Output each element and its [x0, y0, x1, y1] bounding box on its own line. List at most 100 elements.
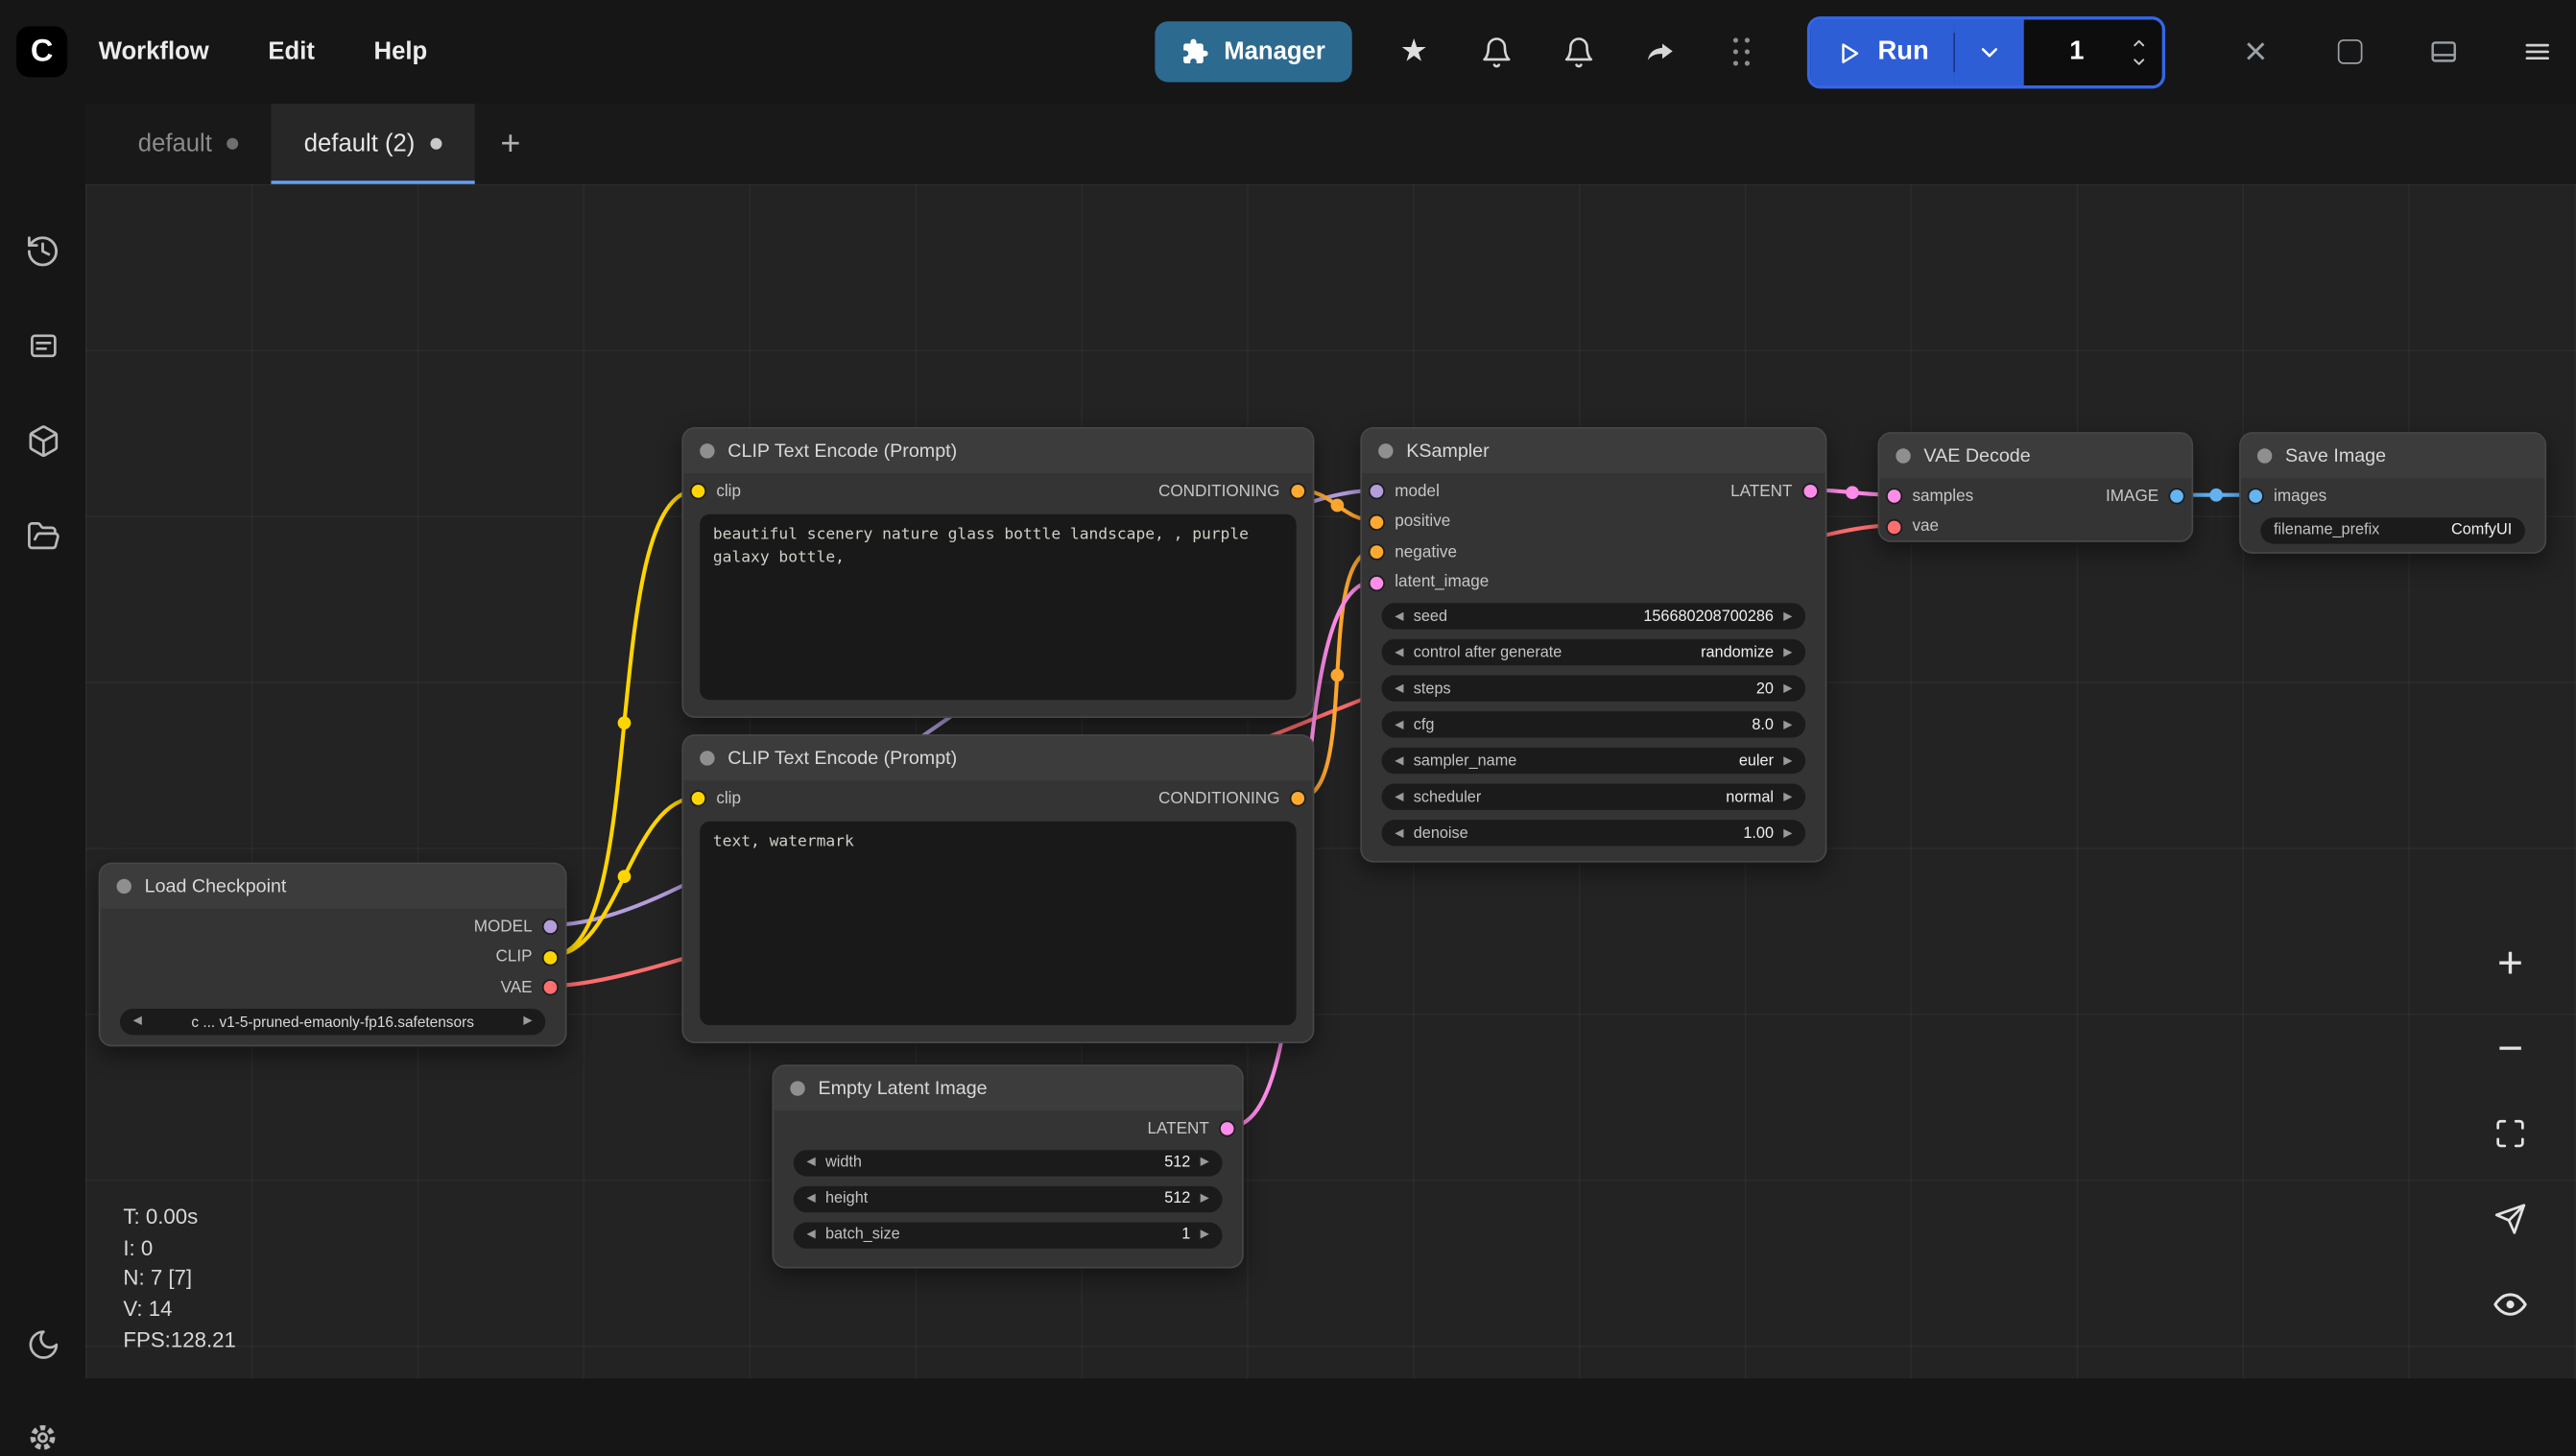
increment-icon[interactable]: ▶: [1783, 719, 1792, 730]
node-collapse-dot[interactable]: [700, 443, 714, 458]
output-slot-image[interactable]: [2170, 490, 2183, 504]
node-canvas[interactable]: [85, 184, 2576, 1378]
node-title-bar[interactable]: Empty Latent Image: [774, 1066, 1242, 1110]
increment-icon[interactable]: ▶: [1783, 827, 1792, 839]
filename-prefix-widget[interactable]: filename_prefix ComfyUI: [2260, 516, 2525, 542]
input-slot-positive[interactable]: [1371, 515, 1384, 529]
control-after-generate-widget[interactable]: ◀ control after generate randomize ▶: [1382, 639, 1806, 665]
node-collapse-dot[interactable]: [790, 1081, 804, 1095]
output-slot-conditioning[interactable]: [1291, 485, 1304, 498]
drag-handle[interactable]: [1723, 32, 1762, 71]
increment-icon[interactable]: ▶: [1783, 682, 1792, 694]
cfg-widget[interactable]: ◀ cfg 8.0 ▶: [1382, 711, 1806, 737]
alerts-button[interactable]: [1559, 32, 1598, 71]
decrement-icon[interactable]: ◀: [806, 1157, 815, 1168]
input-slot-samples[interactable]: [1888, 490, 1901, 504]
output-slot-latent[interactable]: [1221, 1123, 1234, 1136]
toggle-link-visibility-button[interactable]: [2484, 1278, 2537, 1331]
toggle-bottom-panel-button[interactable]: [2423, 32, 2463, 71]
node-title-bar[interactable]: KSampler: [1362, 429, 1825, 473]
chevron-down-icon[interactable]: [2130, 54, 2150, 68]
share-button[interactable]: [1640, 32, 1680, 71]
node-ksampler[interactable]: KSampler model LATENT positive negative …: [1360, 427, 1826, 863]
increment-icon[interactable]: ▶: [1201, 1229, 1209, 1240]
node-collapse-dot[interactable]: [2257, 448, 2272, 463]
node-title-bar[interactable]: Load Checkpoint: [100, 864, 564, 908]
decrement-icon[interactable]: ◀: [1395, 610, 1403, 622]
node-title-bar[interactable]: VAE Decode: [1879, 434, 2191, 478]
manager-button[interactable]: Manager: [1155, 21, 1351, 82]
input-slot-clip[interactable]: [692, 792, 705, 805]
batch-size-widget[interactable]: ◀ batch_size 1 ▶: [794, 1222, 1223, 1248]
run-button[interactable]: Run: [1810, 20, 1955, 85]
prompt-textarea[interactable]: text, watermark: [700, 821, 1296, 1025]
combo-prev-icon[interactable]: ◀: [133, 1015, 142, 1027]
sidebar-model-library-button[interactable]: [25, 422, 61, 459]
combo-prev-icon[interactable]: ◀: [1395, 647, 1403, 658]
combo-next-icon[interactable]: ▶: [523, 1015, 532, 1027]
output-slot-clip[interactable]: [544, 951, 558, 965]
notifications-button[interactable]: [1476, 32, 1515, 71]
node-title-bar[interactable]: CLIP Text Encode (Prompt): [683, 429, 1313, 473]
comfyui-logo[interactable]: C: [16, 26, 67, 77]
node-clip-text-encode-negative[interactable]: CLIP Text Encode (Prompt) clip CONDITION…: [681, 734, 1314, 1043]
output-slot-latent[interactable]: [1803, 485, 1817, 498]
batch-count-stepper[interactable]: 1: [2024, 20, 2162, 85]
ckpt-name-widget[interactable]: ◀ c ... v1-5-pruned-emaonly-fp16.safeten…: [120, 1008, 545, 1034]
decrement-icon[interactable]: ◀: [1395, 827, 1403, 839]
new-workflow-tab-button[interactable]: +: [474, 104, 547, 184]
increment-icon[interactable]: ▶: [1201, 1157, 1209, 1168]
output-slot-vae[interactable]: [544, 981, 558, 994]
output-slot-conditioning[interactable]: [1291, 792, 1304, 805]
node-empty-latent-image[interactable]: Empty Latent Image LATENT ◀ width 512 ▶ …: [773, 1064, 1244, 1268]
decrement-icon[interactable]: ◀: [1395, 682, 1403, 694]
decrement-icon[interactable]: ◀: [1395, 719, 1403, 730]
denoise-widget[interactable]: ◀ denoise 1.00 ▶: [1382, 820, 1806, 846]
tab-default-2[interactable]: default (2): [272, 104, 474, 184]
theme-toggle-button[interactable]: [25, 1325, 61, 1362]
node-save-image[interactable]: Save Image images filename_prefix ComfyU…: [2239, 432, 2546, 554]
input-slot-model[interactable]: [1371, 485, 1384, 498]
input-slot-negative[interactable]: [1371, 546, 1384, 560]
maximize-button[interactable]: [2329, 32, 2369, 71]
fit-view-button[interactable]: [2484, 1108, 2537, 1160]
menu-edit[interactable]: Edit: [268, 37, 315, 65]
sidebar-queue-button[interactable]: [25, 327, 61, 364]
node-title-bar[interactable]: Save Image: [2241, 434, 2545, 478]
menu-workflow[interactable]: Workflow: [99, 37, 209, 65]
scheduler-widget[interactable]: ◀ scheduler normal ▶: [1382, 783, 1806, 809]
run-options-button[interactable]: [1955, 20, 2024, 85]
input-slot-latent-image[interactable]: [1371, 576, 1384, 589]
combo-next-icon[interactable]: ▶: [1783, 791, 1792, 802]
prompt-textarea[interactable]: beautiful scenery nature glass bottle la…: [700, 513, 1296, 700]
sampler-name-widget[interactable]: ◀ sampler_name euler ▶: [1382, 748, 1806, 774]
output-slot-model[interactable]: [544, 920, 558, 934]
height-widget[interactable]: ◀ height 512 ▶: [794, 1185, 1223, 1211]
node-collapse-dot[interactable]: [1896, 448, 1910, 463]
sidebar-workflows-history-button[interactable]: [25, 233, 61, 270]
node-vae-decode[interactable]: VAE Decode samples IMAGE vae: [1878, 432, 2194, 542]
close-workflow-button[interactable]: ×: [2236, 32, 2276, 71]
input-slot-vae[interactable]: [1888, 520, 1901, 534]
main-menu-button[interactable]: [2516, 32, 2556, 71]
combo-next-icon[interactable]: ▶: [1783, 755, 1792, 767]
seed-widget[interactable]: ◀ seed 156680208700286 ▶: [1382, 603, 1806, 629]
node-clip-text-encode-positive[interactable]: CLIP Text Encode (Prompt) clip CONDITION…: [681, 427, 1314, 718]
combo-prev-icon[interactable]: ◀: [1395, 755, 1403, 767]
node-collapse-dot[interactable]: [117, 879, 131, 894]
decrement-icon[interactable]: ◀: [806, 1229, 815, 1240]
decrement-icon[interactable]: ◀: [806, 1193, 815, 1205]
menu-help[interactable]: Help: [374, 37, 428, 65]
focus-selection-button[interactable]: [2484, 1193, 2537, 1246]
input-slot-images[interactable]: [2249, 490, 2262, 504]
settings-button[interactable]: [25, 1420, 61, 1456]
increment-icon[interactable]: ▶: [1201, 1193, 1209, 1205]
width-widget[interactable]: ◀ width 512 ▶: [794, 1149, 1223, 1175]
node-collapse-dot[interactable]: [700, 751, 714, 765]
zoom-out-button[interactable]: −: [2484, 1022, 2537, 1075]
node-collapse-dot[interactable]: [1378, 443, 1393, 458]
combo-prev-icon[interactable]: ◀: [1395, 791, 1403, 802]
steps-widget[interactable]: ◀ steps 20 ▶: [1382, 676, 1806, 702]
combo-next-icon[interactable]: ▶: [1783, 647, 1792, 658]
chevron-up-icon[interactable]: [2130, 36, 2150, 51]
